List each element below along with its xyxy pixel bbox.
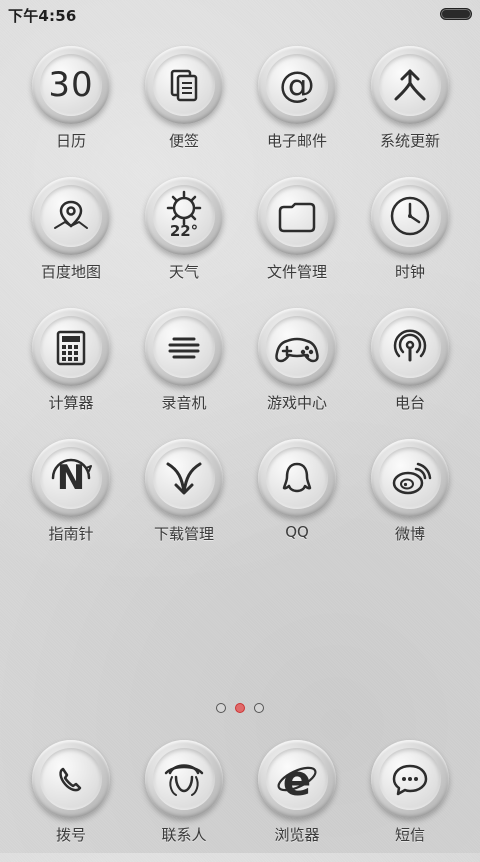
calculator-icon <box>32 308 110 386</box>
app-label: 游戏中心 <box>266 394 327 412</box>
app-radio[interactable]: 电台 <box>354 308 466 430</box>
qq-icon <box>258 439 336 517</box>
app-system-update[interactable]: 系统更新 <box>354 46 466 168</box>
app-label: 拨号 <box>55 826 86 844</box>
compass-letter: N <box>56 458 86 498</box>
app-label: 时钟 <box>394 263 425 281</box>
app-label: 指南针 <box>48 525 94 543</box>
contacts-icon <box>145 740 223 818</box>
calendar-day: 30 <box>48 65 94 105</box>
app-label: 下载管理 <box>153 525 214 543</box>
recorder-icon <box>145 308 223 386</box>
app-label: 文件管理 <box>266 263 327 281</box>
app-label: 计算器 <box>48 394 94 412</box>
email-at-glyph: @ <box>279 64 315 106</box>
game-controller-icon <box>258 308 336 386</box>
notes-icon <box>145 46 223 124</box>
app-label: 系统更新 <box>379 132 440 150</box>
email-icon: @ <box>258 46 336 124</box>
weather-temperature: 22° <box>169 222 199 240</box>
page-dot-active[interactable] <box>235 703 245 713</box>
app-file-manager[interactable]: 文件管理 <box>241 177 353 299</box>
folder-icon <box>258 177 336 255</box>
browser-icon: e <box>258 740 336 818</box>
page-dot[interactable] <box>254 703 264 713</box>
app-qq[interactable]: QQ <box>241 439 353 561</box>
download-icon <box>145 439 223 517</box>
app-notes[interactable]: 便签 <box>128 46 240 168</box>
phone-icon <box>32 740 110 818</box>
page-dot[interactable] <box>216 703 226 713</box>
app-compass[interactable]: N 指南针 <box>15 439 127 561</box>
dock-phone[interactable]: 拨号 <box>15 740 127 862</box>
app-label: QQ <box>285 523 309 541</box>
app-label: 百度地图 <box>40 263 101 281</box>
app-label: 电子邮件 <box>266 132 327 150</box>
compass-icon: N <box>32 439 110 517</box>
app-label: 日历 <box>55 132 86 150</box>
app-recorder[interactable]: 录音机 <box>128 308 240 430</box>
app-label: 短信 <box>394 826 425 844</box>
dock-sms[interactable]: 短信 <box>354 740 466 862</box>
app-game-center[interactable]: 游戏中心 <box>241 308 353 430</box>
app-label: 微博 <box>394 525 425 543</box>
system-update-icon <box>371 46 449 124</box>
sms-icon <box>371 740 449 818</box>
weibo-icon <box>371 439 449 517</box>
radio-icon <box>371 308 449 386</box>
app-baidu-map[interactable]: 百度地图 <box>15 177 127 299</box>
page-indicator[interactable] <box>0 703 480 715</box>
app-calculator[interactable]: 计算器 <box>15 308 127 430</box>
app-label: 浏览器 <box>274 826 320 844</box>
app-grid: 30 日历 便签 @ 电子邮件 系统更新 百度地图 22° 天气 文件管理 时钟… <box>0 0 480 560</box>
app-calendar[interactable]: 30 日历 <box>15 46 127 168</box>
app-weibo[interactable]: 微博 <box>354 439 466 561</box>
dock-browser[interactable]: e 浏览器 <box>241 740 353 862</box>
browser-e-glyph: e <box>282 756 312 805</box>
app-label: 录音机 <box>161 394 207 412</box>
clock-icon <box>371 177 449 255</box>
app-label: 电台 <box>394 394 425 412</box>
app-weather[interactable]: 22° 天气 <box>128 177 240 299</box>
app-email[interactable]: @ 电子邮件 <box>241 46 353 168</box>
dock-contacts[interactable]: 联系人 <box>128 740 240 862</box>
map-pin-icon <box>32 177 110 255</box>
app-label: 联系人 <box>161 826 207 844</box>
app-download-manager[interactable]: 下载管理 <box>128 439 240 561</box>
app-label: 便签 <box>168 132 199 150</box>
dock: 拨号 联系人 e 浏览器 短信 <box>0 730 480 853</box>
app-label: 天气 <box>168 263 199 281</box>
weather-sun-icon: 22° <box>145 177 223 255</box>
app-clock[interactable]: 时钟 <box>354 177 466 299</box>
calendar-icon: 30 <box>32 46 110 124</box>
